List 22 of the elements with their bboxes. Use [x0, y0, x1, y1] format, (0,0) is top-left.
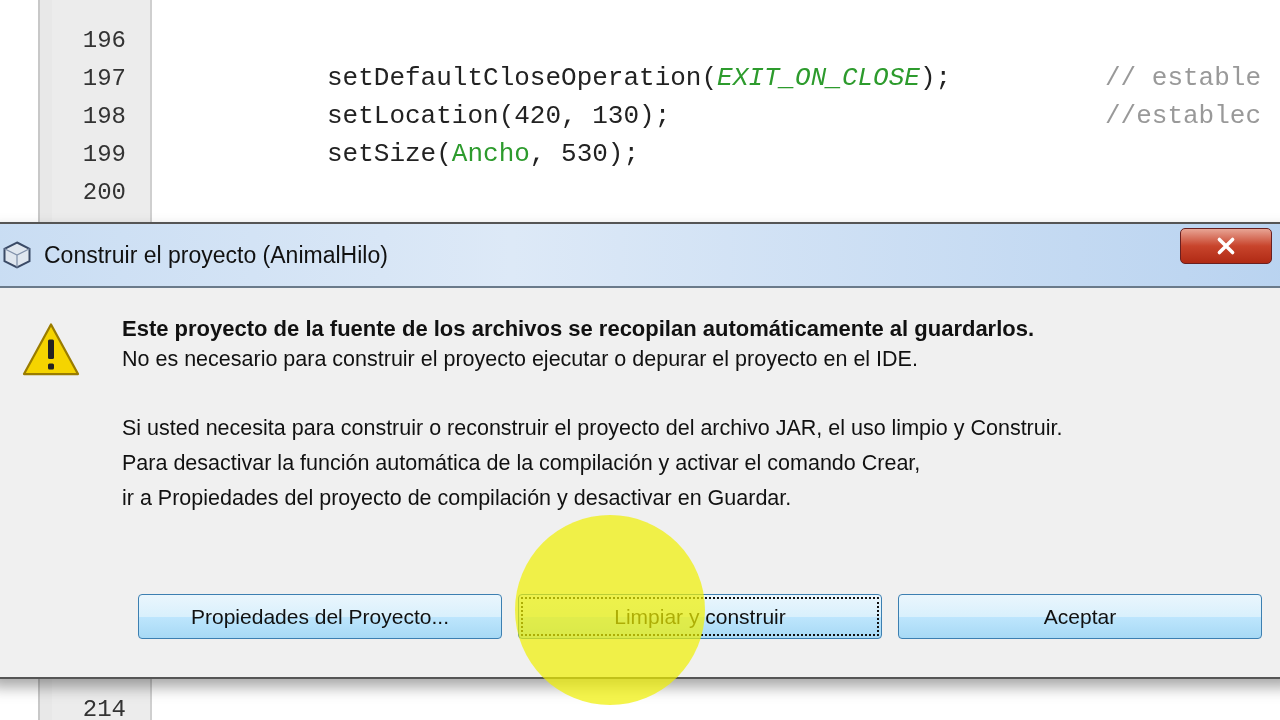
dialog-button[interactable]: Aceptar — [898, 594, 1262, 639]
dialog-button[interactable]: Propiedades del Proyecto... — [138, 594, 502, 639]
code-comment: // estable — [1105, 63, 1262, 93]
close-icon — [1215, 235, 1237, 257]
line-number: 214 — [81, 695, 126, 720]
message-text: Si usted necesita para construir o reconstruir el proyecto del archivo JAR, el uso limpio y Construir. — [122, 415, 1063, 442]
window-title: Construir el proyecto (AnimalHilo) — [44, 241, 388, 269]
cube-icon — [2, 240, 32, 270]
line-number: 196 — [81, 26, 126, 54]
message-text: No es necesario para construir el proyecto ejecutar o depurar el proyecto en el IDE. — [122, 346, 919, 373]
close-button[interactable] — [1180, 228, 1272, 264]
message-text: Para desactivar la función automática de la compilación y activar el comando Crear, — [122, 450, 922, 477]
code-line: setDefaultCloseOperation(EXIT_ON_CLOSE); — [327, 63, 952, 93]
line-number: 197 — [81, 64, 126, 92]
code-comment: //establec — [1105, 101, 1262, 131]
line-number: 199 — [81, 140, 126, 168]
line-number: 198 — [81, 102, 126, 130]
code-line: setLocation(420, 130); — [327, 101, 671, 131]
message-heading: Este proyecto de la fuente de los archivos se recopilan automáticamente al guardarlos. — [122, 316, 1036, 342]
line-number: 200 — [81, 178, 126, 206]
message-text: ir a Propiedades del proyecto de compilación y desactivar en Guardar. — [122, 485, 793, 512]
code-line: setSize(Ancho, 530); — [327, 139, 640, 169]
